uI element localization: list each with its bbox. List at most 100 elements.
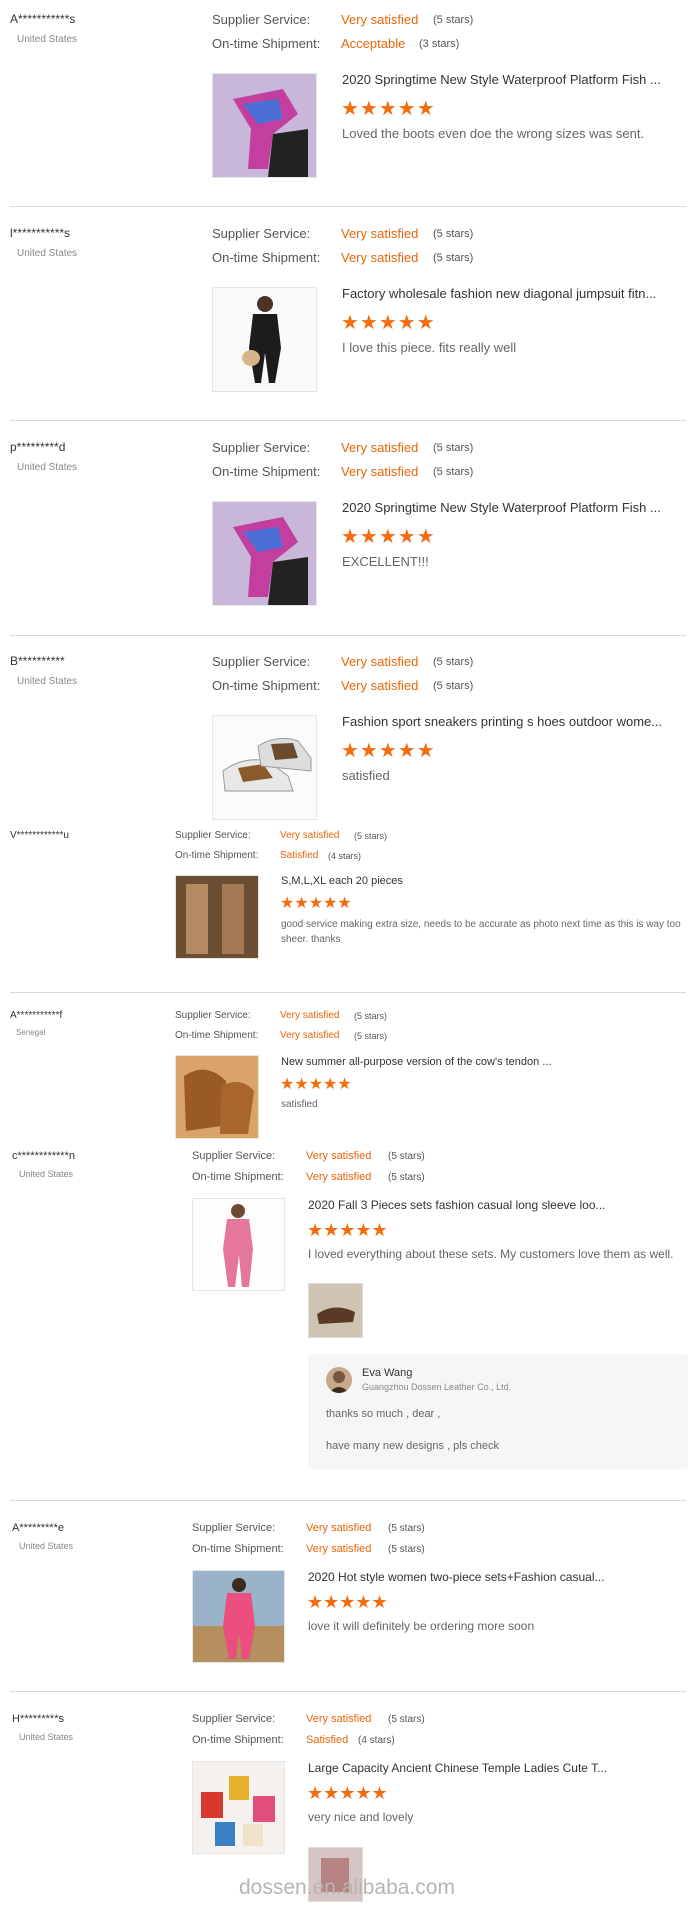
product-thumbnail[interactable] [175, 1055, 259, 1139]
supplier-service-label: Supplier Service: [212, 440, 311, 455]
reviewer-country: Senegal [16, 1028, 46, 1037]
boots-image [213, 502, 316, 605]
shipment-label: On-time Shipment: [192, 1734, 284, 1746]
handbags-image [193, 1762, 284, 1853]
reviewer-name: A***********f [10, 1010, 63, 1021]
slipper-photo [309, 1284, 362, 1337]
supplier-service-stars: (5 stars) [433, 14, 474, 26]
review-photo[interactable] [308, 1283, 363, 1338]
product-thumbnail[interactable] [212, 287, 317, 392]
product-thumbnail[interactable] [212, 73, 317, 178]
product-thumbnail[interactable] [212, 501, 317, 606]
supplier-service-stars: (5 stars) [354, 1011, 388, 1021]
dress-image [176, 876, 258, 958]
product-title-link[interactable]: Factory wholesale fashion new diagonal j… [342, 286, 682, 301]
shipment-stars: (5 stars) [433, 680, 474, 692]
supplier-service-value: Very satisfied [341, 440, 419, 455]
reviewer-name: c************n [12, 1150, 75, 1162]
shipment-stars: (5 stars) [433, 466, 474, 478]
shipment-label: On-time Shipment: [212, 678, 321, 693]
product-title-link[interactable]: 2020 Hot style women two-piece sets+Fash… [308, 1570, 688, 1584]
jumpsuit-image [213, 288, 316, 391]
supplier-service-label: Supplier Service: [192, 1150, 276, 1162]
review-8: A*********e United States Supplier Servi… [0, 1506, 694, 1691]
review-comment: satisfied [342, 768, 390, 783]
shipment-value: Very satisfied [306, 1171, 372, 1183]
watermark: dossen.en.alibaba.com [239, 1876, 455, 1899]
product-thumbnail[interactable] [192, 1198, 285, 1291]
product-title-link[interactable]: New summer all-purpose version of the co… [281, 1056, 681, 1068]
shipment-stars: (4 stars) [328, 851, 362, 861]
shipment-value: Very satisfied [341, 250, 419, 265]
supplier-service-label: Supplier Service: [175, 1010, 251, 1021]
review-9: H*********s United States Supplier Servi… [0, 1697, 694, 1902]
shipment-stars: (5 stars) [388, 1172, 425, 1183]
supplier-service-value: Very satisfied [306, 1150, 372, 1162]
rating-stars: ★★★★★ [307, 1783, 388, 1803]
review-1: A***********s United States Supplier Ser… [0, 0, 694, 207]
rating-stars: ★★★★★ [341, 526, 436, 548]
product-title-link[interactable]: 2020 Springtime New Style Waterproof Pla… [342, 72, 682, 87]
supplier-service-label: Supplier Service: [192, 1522, 276, 1534]
product-thumbnail[interactable] [192, 1570, 285, 1663]
rating-stars: ★★★★★ [307, 1220, 388, 1240]
shipment-stars: (5 stars) [354, 1031, 388, 1041]
reviewer-name: V************u [10, 830, 69, 841]
divider [10, 635, 686, 636]
shipment-label: On-time Shipment: [175, 1030, 259, 1041]
avatar [326, 1367, 352, 1393]
product-thumbnail[interactable] [212, 715, 317, 820]
product-thumbnail[interactable] [192, 1761, 285, 1854]
supplier-service-label: Supplier Service: [175, 830, 251, 841]
rating-stars: ★★★★★ [307, 1592, 388, 1612]
shipment-value: Satisfied [280, 850, 319, 861]
reviewer-name: B********** [10, 654, 65, 668]
divider [10, 992, 686, 993]
product-title-link[interactable]: Fashion sport sneakers printing s hoes o… [342, 714, 682, 729]
seller-reply: Eva Wang Guangzhou Dossen Leather Co., L… [308, 1354, 688, 1469]
shipment-stars: (4 stars) [358, 1735, 395, 1746]
product-title-link[interactable]: 2020 Springtime New Style Waterproof Pla… [342, 500, 682, 515]
rating-stars: ★★★★★ [280, 895, 352, 912]
review-7: c************n United States Supplier Se… [0, 1140, 694, 1500]
reviewer-name: H*********s [12, 1713, 64, 1725]
shipment-stars: (5 stars) [388, 1544, 425, 1555]
shipment-value: Very satisfied [341, 678, 419, 693]
divider [10, 1500, 686, 1501]
reviewer-name: p*********d [10, 440, 66, 454]
shipment-label: On-time Shipment: [192, 1543, 284, 1555]
supplier-service-stars: (5 stars) [354, 831, 388, 841]
reply-text-line1: thanks so much , dear , [326, 1408, 441, 1420]
sandals-image [176, 1056, 258, 1138]
two-piece-image [193, 1571, 284, 1662]
supplier-service-value: Very satisfied [280, 830, 340, 841]
reviewer-name: A*********e [12, 1522, 64, 1534]
pink-set-image [193, 1199, 284, 1290]
product-title-link[interactable]: Large Capacity Ancient Chinese Temple La… [308, 1761, 688, 1775]
reviewer-country: United States [19, 1732, 74, 1742]
reply-author: Eva Wang [362, 1367, 413, 1379]
review-comment: Loved the boots even doe the wrong sizes… [342, 126, 645, 141]
product-title-link[interactable]: 2020 Fall 3 Pieces sets fashion casual l… [308, 1198, 688, 1212]
shipment-value: Very satisfied [280, 1030, 340, 1041]
review-comment: very nice and lovely [308, 1810, 414, 1824]
review-5: V************u Supplier Service: Very sa… [0, 822, 694, 992]
shipment-value: Very satisfied [306, 1543, 372, 1555]
review-4: B********** United States Supplier Servi… [0, 642, 694, 822]
product-thumbnail[interactable] [175, 875, 259, 959]
review-comment: satisfied [281, 1099, 318, 1110]
supplier-service-value: Very satisfied [306, 1522, 372, 1534]
review-comment: I loved everything about these sets. My … [308, 1247, 674, 1261]
shipment-stars: (3 stars) [419, 38, 460, 50]
shipment-stars: (5 stars) [433, 252, 474, 264]
supplier-service-stars: (5 stars) [388, 1523, 425, 1534]
shipment-value: Very satisfied [341, 464, 419, 479]
review-2: l***********s United States Supplier Ser… [0, 214, 694, 421]
product-title-link[interactable]: S,M,L,XL each 20 pieces [281, 875, 681, 887]
divider [10, 420, 686, 421]
page: { "reviews": [ {"name":"A***********s","… [0, 0, 694, 1907]
review-comment: good service making extra size, needs to… [281, 919, 681, 945]
review-6: A***********f Senegal Supplier Service: … [0, 1000, 694, 1140]
supplier-service-stars: (5 stars) [433, 656, 474, 668]
reviewer-country: United States [19, 1541, 74, 1551]
